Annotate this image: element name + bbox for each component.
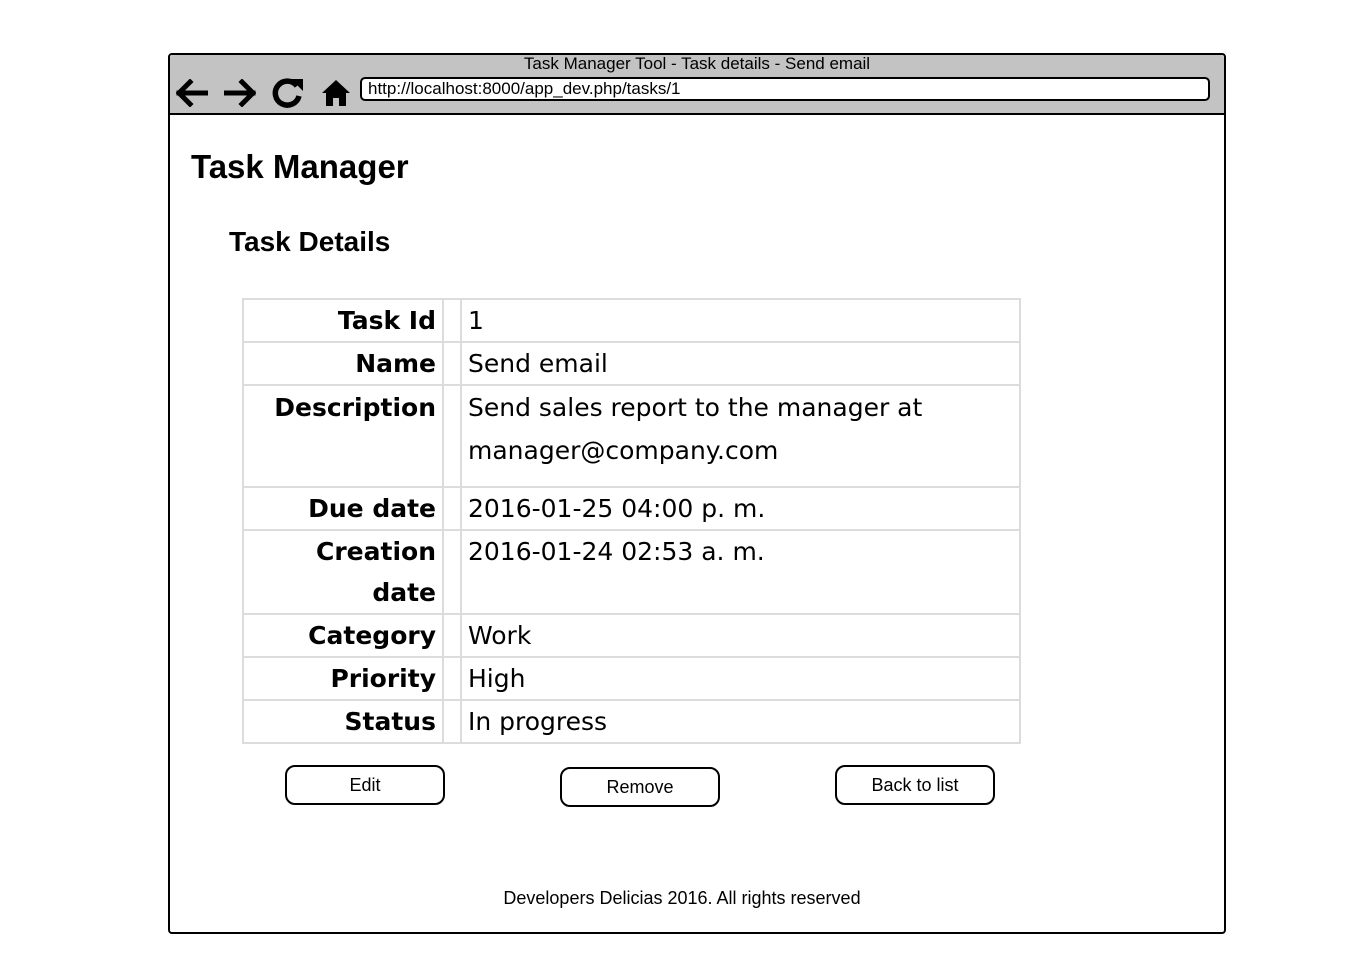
table-row: Task Id 1 — [242, 298, 1021, 343]
table-row: Description Send sales report to the man… — [242, 384, 1021, 488]
field-value: High — [460, 656, 1021, 701]
field-value: Send sales report to the manager at mana… — [460, 384, 1021, 488]
field-value: 1 — [460, 298, 1021, 343]
field-label: Description — [242, 384, 444, 488]
field-value: Send email — [460, 341, 1021, 386]
task-details-table: Task Id 1 Name Send email Description Se… — [242, 298, 1021, 744]
reload-button[interactable] — [270, 75, 306, 111]
browser-toolbar: Task Manager Tool - Task details - Send … — [170, 55, 1224, 115]
field-label: Task Id — [242, 298, 444, 343]
footer-text: Developers Delicias 2016. All rights res… — [503, 888, 861, 908]
forward-button[interactable] — [222, 75, 258, 111]
field-value: 2016-01-25 04:00 p. m. — [460, 486, 1021, 531]
window-title: Task Manager Tool - Task details - Send … — [523, 54, 871, 73]
arrow-right-icon — [224, 79, 256, 107]
url-input[interactable]: http://localhost:8000/app_dev.php/tasks/… — [360, 77, 1210, 101]
edit-button[interactable]: Edit — [285, 765, 445, 805]
back-button[interactable] — [174, 75, 210, 111]
field-label: Due date — [242, 486, 444, 531]
field-value: In progress — [460, 699, 1021, 744]
field-value: Work — [460, 613, 1021, 658]
field-value: 2016-01-24 02:53 a. m. — [460, 529, 1021, 615]
field-label: Category — [242, 613, 444, 658]
field-label: Creation date — [242, 529, 444, 615]
arrow-left-icon — [176, 79, 208, 107]
back-to-list-button[interactable]: Back to list — [835, 765, 995, 805]
browser-window: Task Manager Tool - Task details - Send … — [168, 53, 1226, 934]
table-row: Name Send email — [242, 341, 1021, 386]
home-icon — [322, 80, 350, 106]
page-title: Task Manager — [191, 148, 409, 185]
section-title: Task Details — [229, 226, 391, 257]
reload-icon — [272, 78, 303, 108]
table-row: Category Work — [242, 613, 1021, 658]
table-row: Priority High — [242, 656, 1021, 701]
field-label: Name — [242, 341, 444, 386]
home-button[interactable] — [318, 75, 354, 111]
field-label: Priority — [242, 656, 444, 701]
remove-button[interactable]: Remove — [560, 767, 720, 807]
field-label: Status — [242, 699, 444, 744]
table-row: Creation date 2016-01-24 02:53 a. m. — [242, 529, 1021, 615]
table-row: Status In progress — [242, 699, 1021, 744]
table-row: Due date 2016-01-25 04:00 p. m. — [242, 486, 1021, 531]
